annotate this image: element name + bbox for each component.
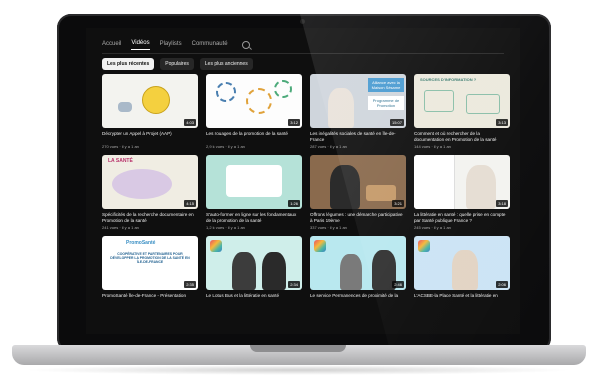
video-card[interactable]: 3:12 Les rouages de la promotion de la s… [206,74,302,149]
video-duration: 4:03 [184,119,196,126]
video-title[interactable]: PromoSanté Île-de-France - Présentation [102,293,198,305]
video-duration: 2:06 [496,281,508,288]
slide-panel [414,155,455,209]
video-thumbnail[interactable]: 2:46 [310,236,406,290]
diagram-box [424,90,454,112]
vegetables-crate [366,185,396,201]
video-card[interactable]: PromoSanté COOPÉRATIVE ET PARTENAIRES PO… [102,236,198,306]
channel-tabs: Accueil Vidéos Playlists Communauté [102,40,250,50]
tab-accueil[interactable]: Accueil [102,41,121,50]
video-thumbnail[interactable]: 2:34 [206,236,302,290]
video-card[interactable]: 2:06 L'ACSBE-la Place Santé et la littér… [414,236,510,306]
overlay-heading: LA SANTÉ [108,158,133,164]
gear-icon [246,88,272,114]
video-duration: 3:13 [496,119,508,126]
video-duration: 3:18 [496,200,508,207]
video-title[interactable]: S'auto-former en ligne sur les fondament… [206,212,302,224]
chip-recent[interactable]: Les plus récentes [102,58,155,70]
speaker-person [262,252,286,290]
speaker-person [232,252,256,290]
video-title[interactable]: Comment et où rechercher de la documenta… [414,131,510,143]
video-duration: 4:15 [184,200,196,207]
laptop-shadow [22,365,574,375]
speaker-person [466,165,496,209]
promosante-logo: PromoSanté [126,240,156,246]
video-duration: 2:35 [184,281,196,288]
video-thumbnail[interactable]: Alliance avec la Maison Sésame Programme… [310,74,406,128]
video-duration: 3:12 [288,119,300,126]
speaker-person [328,88,354,128]
video-title[interactable]: Décrypter un Appel à Projet (AAP) [102,131,198,143]
tab-playlists[interactable]: Playlists [160,41,182,50]
video-meta: 144 vues · il y a 1 an [414,144,451,149]
gear-icon [216,82,236,102]
video-title[interactable]: Le Lotus Bus et la littératie en santé [206,293,302,305]
video-thumbnail[interactable]: 1:26 [206,155,302,209]
hands-illustration [118,102,132,112]
video-thumbnail[interactable]: 4:03 [102,74,198,128]
video-thumbnail[interactable]: 3:12 [206,74,302,128]
video-card[interactable]: 4:03 Décrypter un Appel à Projet (AAP) 2… [102,74,198,149]
channel-logo-icon [418,240,430,252]
video-duration: 3:21 [392,200,404,207]
video-card[interactable]: 3:18 La littératie en santé : quelle pri… [414,155,510,230]
video-meta: 287 vues · il y a 1 an [310,144,347,149]
overlay-heading: SOURCES D'INFORMATION ? [420,77,477,82]
diagram-box [466,94,500,114]
video-card[interactable]: 2:46 Le service Permanences de proximité… [310,236,406,306]
overlay-banner: Alliance avec la Maison Sésame [368,78,404,92]
video-card[interactable]: 3:21 Offrons légumes : une démarche part… [310,155,406,230]
video-title[interactable]: L'ACSBE-la Place Santé et la littératie … [414,293,510,305]
video-thumbnail[interactable]: 3:18 [414,155,510,209]
video-title[interactable]: La littératie en santé : quelle prise en… [414,212,510,224]
video-duration: 15:07 [389,119,404,126]
video-title[interactable]: Spécificités de la recherche documentair… [102,212,198,224]
speaker-person [340,254,362,290]
laptop-illustration [226,165,282,197]
video-duration: 2:46 [392,281,404,288]
video-thumbnail[interactable]: LA SANTÉ 4:15 [102,155,198,209]
video-thumbnail[interactable]: SOURCES D'INFORMATION ? 3:13 [414,74,510,128]
overlay-banner-2: Programme de Promotion [368,96,404,110]
video-title[interactable]: Les inégalités sociales de santé en Île-… [310,131,406,143]
video-title[interactable]: Offrons légumes : une démarche participa… [310,212,406,224]
video-title[interactable]: Le service Permanences de proximité de l… [310,293,406,305]
video-card[interactable]: SOURCES D'INFORMATION ? 3:13 Comment et … [414,74,510,149]
video-grid: 4:03 Décrypter un Appel à Projet (AAP) 2… [102,74,510,306]
tabs-divider [102,53,504,54]
video-card[interactable]: LA SANTÉ 4:15 Spécificités de la recherc… [102,155,198,230]
video-meta: 337 vues · il y a 1 an [310,225,347,230]
speaker-person [452,250,478,290]
video-duration: 1:26 [288,200,300,207]
video-duration: 2:34 [288,281,300,288]
thinking-emoji-icon [142,86,170,114]
video-meta: 2,9 k vues · il y a 1 an [206,144,245,149]
video-thumbnail[interactable]: 2:06 [414,236,510,290]
video-card[interactable]: Alliance avec la Maison Sésame Programme… [310,74,406,149]
video-thumbnail[interactable]: PromoSanté COOPÉRATIVE ET PARTENAIRES PO… [102,236,198,290]
search-icon[interactable] [241,41,250,49]
video-meta: 245 vues · il y a 1 an [414,225,451,230]
chip-popular[interactable]: Populaires [160,58,194,70]
channel-logo-icon [210,240,222,252]
mindmap-bubble [112,169,172,199]
video-card[interactable]: 2:34 Le Lotus Bus et la littératie en sa… [206,236,302,306]
video-meta: 1,2 k vues · il y a 1 an [206,225,245,230]
video-title[interactable]: Les rouages de la promotion de la santé [206,131,302,143]
laptop-screen: Accueil Vidéos Playlists Communauté Les … [86,28,520,334]
promosante-tagline: COOPÉRATIVE ET PARTENAIRES POUR DÉVELOPP… [110,252,190,264]
gear-icon [274,80,292,98]
speaker-person [330,165,360,209]
chip-oldest[interactable]: Les plus anciennes [199,58,253,70]
camera-dot [300,19,305,24]
tab-videos[interactable]: Vidéos [131,40,150,50]
video-meta: 270 vues · il y a 1 an [102,144,139,149]
laptop-notch [250,345,346,352]
video-meta: 241 vues · il y a 1 an [102,225,139,230]
channel-logo-icon [314,240,326,252]
sort-chips: Les plus récentes Populaires Les plus an… [102,58,253,70]
video-card[interactable]: 1:26 S'auto-former en ligne sur les fond… [206,155,302,230]
tab-communaute[interactable]: Communauté [192,41,228,50]
video-thumbnail[interactable]: 3:21 [310,155,406,209]
